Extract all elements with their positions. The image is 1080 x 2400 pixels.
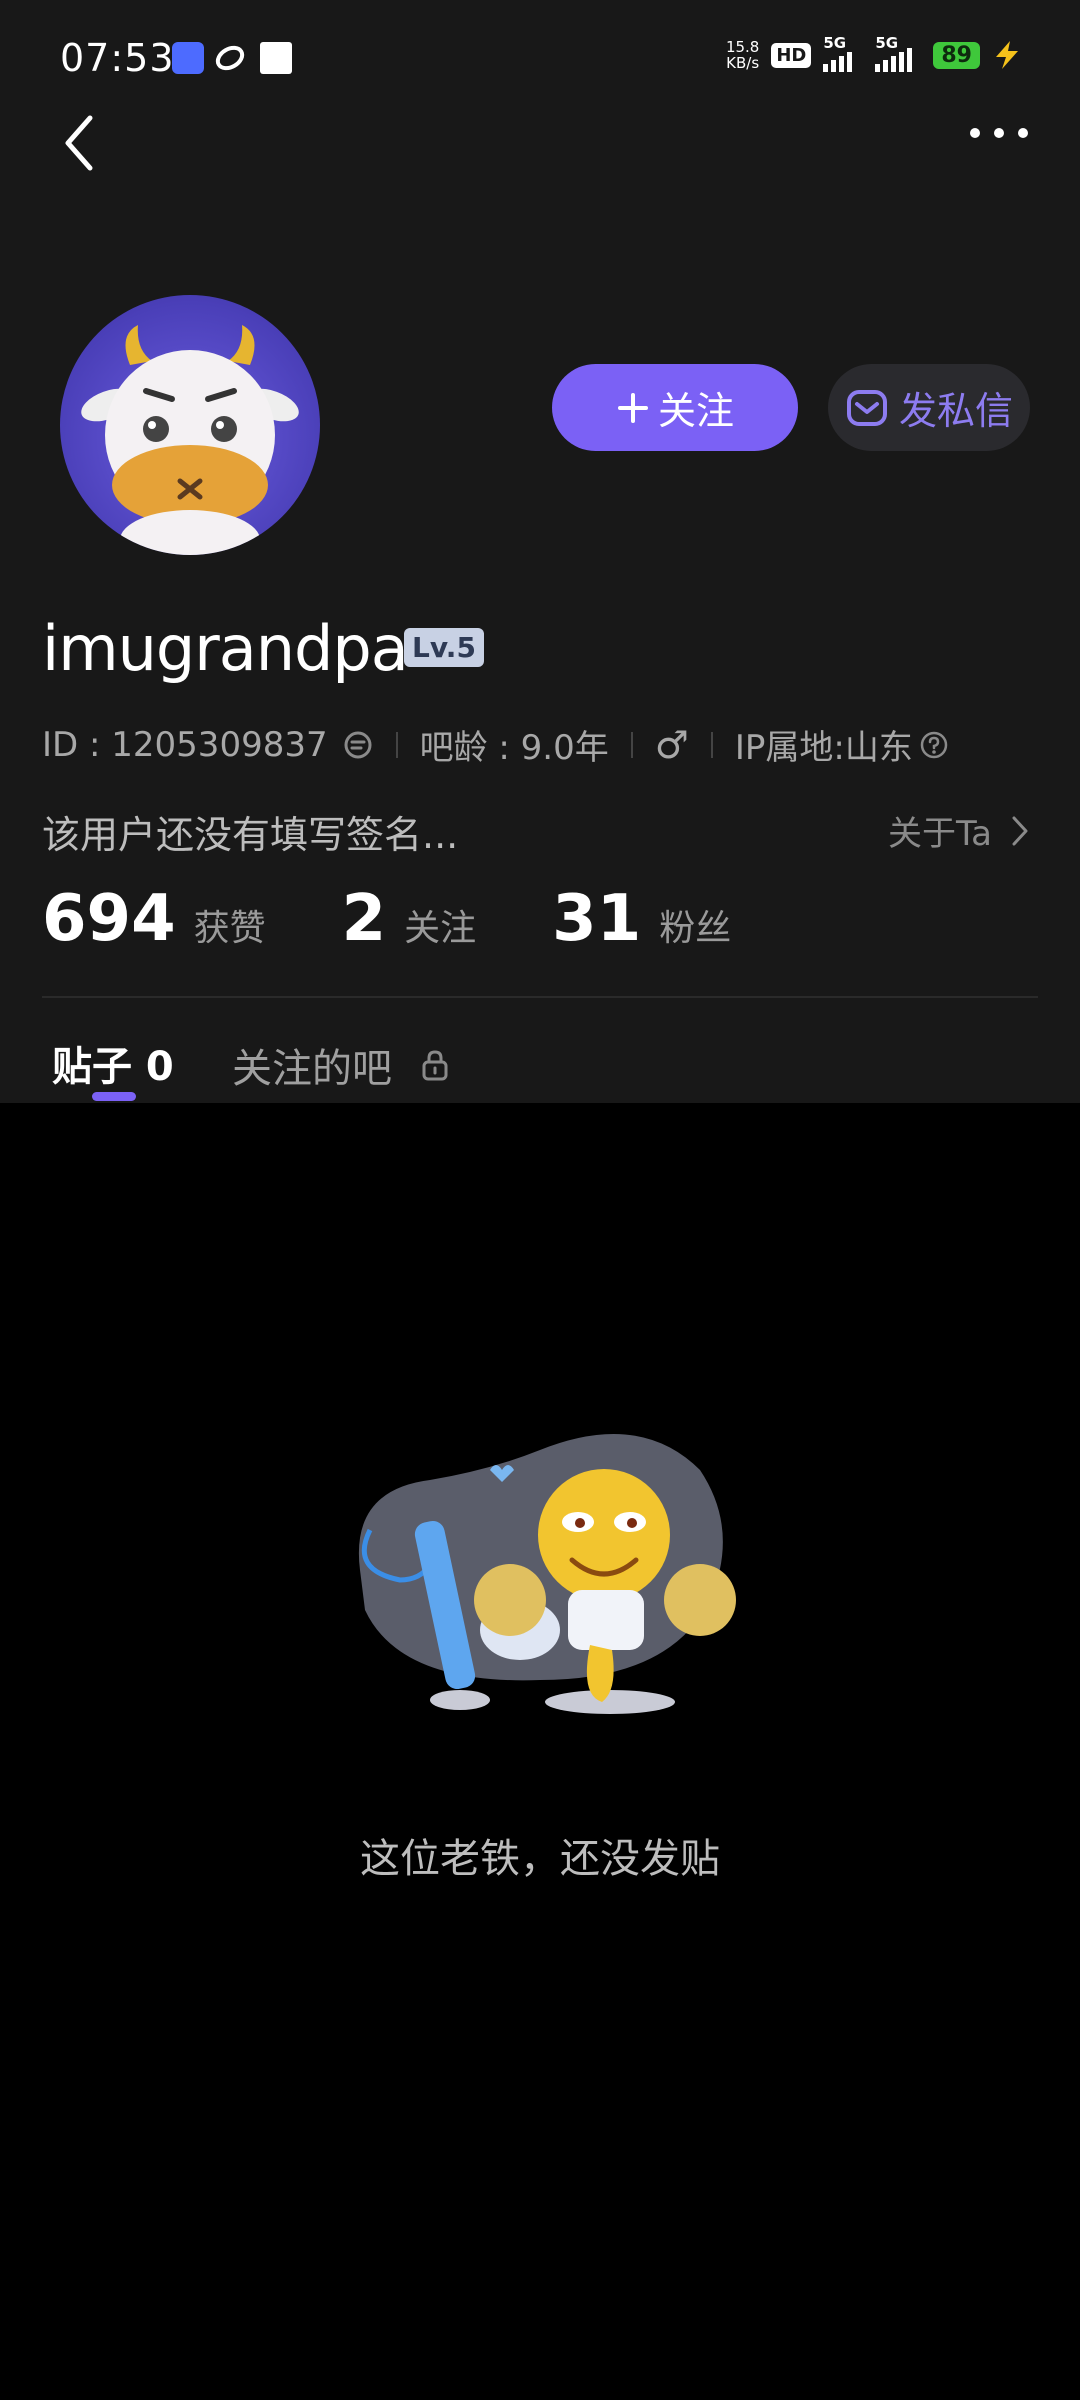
stats-row: 694 获赞 2 关注 31 粉丝 — [42, 882, 807, 956]
following-count[interactable]: 2 — [342, 882, 387, 956]
follow-button-label: 关注 — [657, 389, 734, 433]
plus-icon — [617, 392, 648, 423]
signal-1: 5G — [823, 34, 863, 72]
profile-header: 07:53 15.8 KB/s HD 5G 5G 89 关注 发私信 imugr… — [0, 0, 1080, 1103]
chevron-left-icon — [65, 115, 93, 171]
lock-icon — [422, 1050, 448, 1081]
help-icon[interactable] — [919, 730, 949, 760]
meta-divider — [395, 731, 398, 758]
status-time: 07:53 — [60, 36, 175, 80]
gender-male-icon: ♂ — [654, 722, 689, 767]
charging-bolt-icon — [996, 41, 1018, 69]
meta-divider — [630, 731, 633, 758]
followers-count[interactable]: 31 — [552, 882, 641, 956]
username: imugrandpa — [42, 612, 409, 685]
likes-label: 获赞 — [193, 908, 266, 949]
follow-button[interactable]: 关注 — [552, 364, 798, 451]
empty-state-message: 这位老铁，还没发贴 — [360, 1836, 720, 1882]
cheerleader-emoji-image — [358, 1434, 736, 1714]
about-link[interactable]: 关于Ta — [888, 806, 1030, 855]
hd-badge: HD — [771, 42, 812, 68]
ip-location: IP属地:山东 — [734, 728, 913, 768]
likes-count[interactable]: 694 — [42, 882, 176, 956]
tab-followed-bars-label: 关注的吧 — [232, 1046, 392, 1092]
message-button-label: 发私信 — [898, 389, 1013, 433]
user-id: ID : 1205309837 — [42, 724, 328, 765]
avatar[interactable] — [60, 295, 320, 555]
status-indicators: 15.8 KB/s HD 5G 5G 89 — [725, 34, 1022, 72]
bar-age: 吧龄 : 9.0年 — [419, 728, 609, 768]
tab-posts[interactable]: 贴子 0 — [52, 1034, 174, 1092]
chevron-right-icon — [1012, 816, 1028, 845]
signature: 该用户还没有填写签名... — [42, 813, 459, 857]
more-button[interactable] — [970, 128, 1028, 138]
mail-icon — [846, 389, 887, 426]
more-dots-icon — [970, 128, 1028, 138]
level-badge: Lv.5 — [404, 628, 484, 667]
tab-followed-bars[interactable]: 关注的吧 — [232, 1036, 450, 1094]
about-link-label: 关于Ta — [888, 814, 992, 854]
signal-2: 5G — [875, 34, 921, 72]
following-label: 关注 — [404, 908, 477, 949]
empty-state-illustration — [340, 1410, 740, 1720]
white-square-icon — [260, 42, 292, 74]
cow-avatar-image — [81, 325, 299, 555]
active-tab-indicator — [92, 1092, 136, 1101]
followers-label: 粉丝 — [659, 908, 732, 949]
planet-icon — [214, 42, 246, 74]
network-speed: 15.8 KB/s — [725, 38, 760, 72]
divider — [42, 996, 1038, 998]
meta-divider — [710, 731, 713, 758]
profile-meta-row: ID : 1205309837 吧龄 : 9.0年 ♂ IP属地:山东 — [42, 720, 949, 769]
battery-indicator: 89 — [933, 41, 980, 69]
back-button[interactable] — [60, 112, 108, 174]
copy-id-icon[interactable] — [342, 729, 374, 761]
tieba-app-icon — [172, 42, 204, 74]
message-button[interactable]: 发私信 — [828, 364, 1030, 451]
